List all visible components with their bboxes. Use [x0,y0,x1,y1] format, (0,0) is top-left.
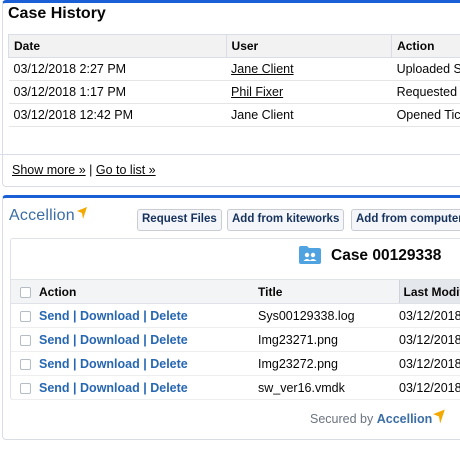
send-link[interactable]: Send [39,357,70,371]
delete-link[interactable]: Delete [150,357,188,371]
row-actions: Send | Download | Delete [39,303,258,328]
row-checkbox[interactable] [20,382,31,394]
secured-by-label: Secured by [310,412,374,426]
history-action: Opened Tic [391,103,460,127]
case-history-table: Date User Action 03/12/2018 2:27 PM Jane… [8,34,460,148]
file-title: Sys00129338.log [258,303,399,328]
user-link[interactable]: Phil Fixer [231,85,283,99]
column-header-action: Action [391,34,460,58]
send-link[interactable]: Send [39,333,70,347]
row-checkbox[interactable] [20,358,31,370]
request-files-button[interactable]: Request Files [137,209,222,231]
show-more-link[interactable]: Show more » [12,163,86,177]
file-title: sw_ver16.vmdk [258,375,399,400]
delete-link[interactable]: Delete [150,381,188,395]
go-to-list-link[interactable]: Go to list » [96,163,156,177]
action-separator: | [73,332,77,347]
table-row: 03/12/2018 12:42 PM Jane Client Opened T… [8,103,460,127]
history-date: 03/12/2018 2:27 PM [8,57,227,81]
delete-link[interactable]: Delete [150,333,188,347]
table-row: Send | Download | Delete Img23272.png 03… [11,351,460,376]
add-from-kiteworks-button[interactable]: Add from kiteworks [227,209,345,231]
row-actions: Send | Download | Delete [39,327,258,352]
download-link[interactable]: Download [80,357,140,371]
delete-link[interactable]: Delete [150,309,188,323]
accellion-logo-mark-icon [433,409,445,424]
action-separator: | [143,308,147,323]
file-modified: 03/12/2018 [399,303,460,328]
history-date: 03/12/2018 1:17 PM [8,80,227,104]
add-from-computer-button[interactable]: Add from computer [351,209,460,231]
card-footer-divider [0,154,460,155]
table-row: Send | Download | Delete Sys00129338.log… [11,303,460,328]
accellion-logo-mark-icon [77,207,87,219]
action-separator: | [73,380,77,395]
send-link[interactable]: Send [39,309,70,323]
file-modified: 03/12/2018 [399,375,460,400]
footer-separator: | [89,163,93,177]
action-separator: | [143,332,147,347]
table-row: 03/12/2018 2:27 PM Jane Client Uploaded … [8,57,460,81]
column-header-date: Date [8,34,227,58]
file-modified: 03/12/2018 [399,351,460,376]
shared-folder-icon [299,246,321,264]
files-table: Action Title Last Modifi Send | Download… [11,279,460,400]
secured-by-footer: Secured by Accellion [310,412,432,426]
table-row: Send | Download | Delete sw_ver16.vmdk 0… [11,375,460,400]
file-modified: 03/12/2018 [399,327,460,352]
row-actions: Send | Download | Delete [39,351,258,376]
send-link[interactable]: Send [39,381,70,395]
column-header-action: Action [39,279,258,304]
download-link[interactable]: Download [80,309,140,323]
case-title: Case 00129338 [331,247,442,264]
column-header-last-modified[interactable]: Last Modifi [398,279,460,304]
case-history-footer: Show more » | Go to list » [12,163,156,177]
column-header-title: Title [258,279,399,304]
table-row: Send | Download | Delete Img23271.png 03… [11,327,460,352]
case-history-title: Case History [8,5,106,22]
file-title: Img23272.png [258,351,399,376]
history-action: Requested [391,80,460,104]
user-link[interactable]: Jane Client [231,62,294,76]
download-link[interactable]: Download [80,381,140,395]
action-separator: | [143,356,147,371]
history-action: Uploaded S [391,57,460,81]
row-actions: Send | Download | Delete [39,375,258,400]
secured-brand: Accellion [376,412,433,426]
download-link[interactable]: Download [80,333,140,347]
file-title: Img23271.png [258,327,399,352]
history-user: Jane Client [226,103,392,127]
table-row: 03/12/2018 1:17 PM Phil Fixer Requested [8,80,460,104]
row-checkbox[interactable] [20,334,31,346]
accellion-logo: Accellion [9,207,75,224]
row-checkbox[interactable] [20,310,31,322]
history-date: 03/12/2018 12:42 PM [8,103,227,127]
column-header-user: User [225,34,393,58]
action-separator: | [73,308,77,323]
action-separator: | [73,356,77,371]
select-all-checkbox[interactable] [20,286,31,298]
action-separator: | [143,380,147,395]
